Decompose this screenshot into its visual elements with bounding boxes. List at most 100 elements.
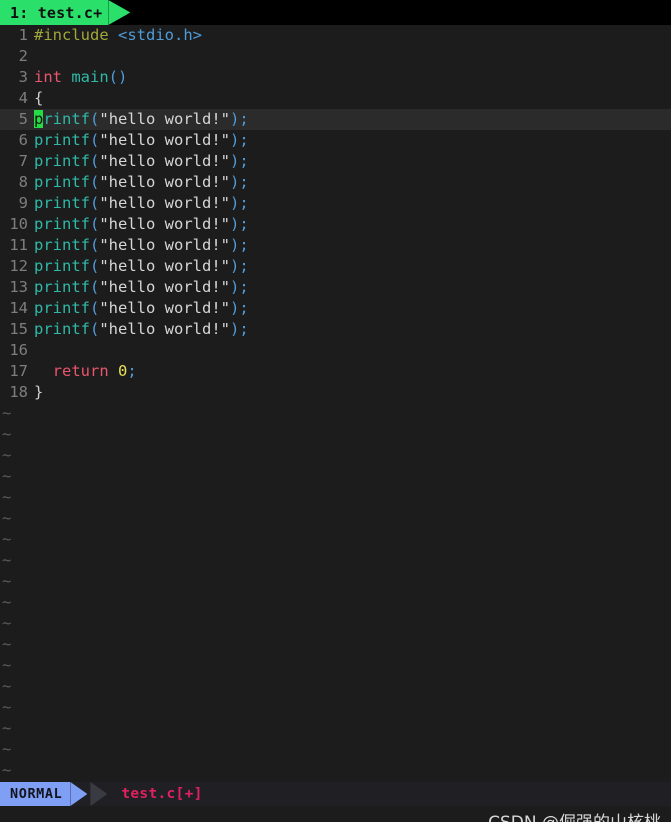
code-line[interactable]: 13 printf("hello world!"); <box>0 277 671 298</box>
code-text: printf("hello world!"); <box>34 299 249 317</box>
code-token: ) <box>230 257 240 275</box>
code-line[interactable]: 9 printf("hello world!"); <box>0 193 671 214</box>
code-text: #include <stdio.h> <box>34 26 202 44</box>
tilde-icon: ~ <box>2 698 12 716</box>
code-token: "hello world!" <box>99 152 230 170</box>
filler-line: ~ <box>0 466 671 487</box>
code-token: ) <box>230 110 240 128</box>
code-text: printf("hello world!"); <box>34 320 249 338</box>
code-token: 0 <box>118 362 128 380</box>
line-number: 8 <box>18 173 28 191</box>
tilde-icon: ~ <box>2 509 12 527</box>
code-line[interactable]: 15 printf("hello world!"); <box>0 319 671 340</box>
line-number: 10 <box>9 215 28 233</box>
code-token: printf <box>34 194 90 212</box>
code-token: ( <box>90 110 100 128</box>
tab-arrow-icon <box>108 0 131 25</box>
code-token: printf <box>34 278 90 296</box>
filler-line: ~ <box>0 718 671 739</box>
line-number: 14 <box>9 299 28 317</box>
code-token: int <box>34 68 62 86</box>
code-token: ; <box>127 362 137 380</box>
tilde-icon: ~ <box>2 677 12 695</box>
line-number: 4 <box>18 89 28 107</box>
filler-line: ~ <box>0 487 671 508</box>
watermark: CSDN @倔强的山核桃 <box>467 788 661 822</box>
code-line[interactable]: 4{ <box>0 88 671 109</box>
code-text: { <box>34 89 43 107</box>
tab-label: 1: test.c+ <box>10 3 103 22</box>
code-text: printf("hello world!"); <box>34 131 249 149</box>
code-token: "hello world!" <box>99 320 230 338</box>
code-line[interactable]: 5 printf("hello world!"); <box>0 109 671 130</box>
code-token: ( <box>90 257 100 275</box>
tab-test-c[interactable]: 1: test.c+ <box>0 0 109 25</box>
line-number: 11 <box>9 236 28 254</box>
mode-arrow-icon <box>70 782 88 806</box>
code-token: rintf <box>43 110 91 128</box>
block-cursor: p <box>34 110 44 128</box>
code-text: return 0; <box>34 362 137 380</box>
filler-line: ~ <box>0 697 671 718</box>
code-line[interactable]: 6 printf("hello world!"); <box>0 130 671 151</box>
code-line[interactable]: 8 printf("hello world!"); <box>0 172 671 193</box>
code-text: printf("hello world!"); <box>34 215 249 233</box>
line-number: 7 <box>18 152 28 170</box>
code-line[interactable]: 2 <box>0 46 671 67</box>
code-text: printf("hello world!"); <box>34 278 249 296</box>
code-token: return <box>52 362 109 380</box>
code-token: ) <box>230 299 240 317</box>
editor-buffer[interactable]: 1 #include <stdio.h> 2 3 int main() 4{5 printf… <box>0 25 671 782</box>
tilde-icon: ~ <box>2 404 12 422</box>
filler-line: ~ <box>0 550 671 571</box>
watermark-text: CSDN @倔强的山核桃 <box>488 813 661 822</box>
code-line[interactable]: 17 return 0; <box>0 361 671 382</box>
line-number: 17 <box>9 362 28 380</box>
code-token: ( <box>90 215 100 233</box>
tilde-icon: ~ <box>2 530 12 548</box>
code-token: ; <box>239 152 249 170</box>
code-token: ; <box>239 173 249 191</box>
code-text: printf("hello world!"); <box>34 257 249 275</box>
filler-line: ~ <box>0 655 671 676</box>
code-token: ) <box>230 278 240 296</box>
code-token: ( <box>90 236 100 254</box>
line-number: 12 <box>9 257 28 275</box>
code-line[interactable]: 16 <box>0 340 671 361</box>
code-token: printf <box>34 215 90 233</box>
code-line[interactable]: 12 printf("hello world!"); <box>0 256 671 277</box>
code-line[interactable]: 1 #include <stdio.h> <box>0 25 671 46</box>
code-line[interactable]: 7 printf("hello world!"); <box>0 151 671 172</box>
line-number: 15 <box>9 320 28 338</box>
code-token: ( <box>90 131 100 149</box>
code-token: printf <box>34 320 90 338</box>
code-line[interactable]: 11 printf("hello world!"); <box>0 235 671 256</box>
filler-line: ~ <box>0 508 671 529</box>
code-token: printf <box>34 299 90 317</box>
code-token: ( <box>90 299 100 317</box>
code-token: ( <box>90 173 100 191</box>
tilde-icon: ~ <box>2 488 12 506</box>
code-line[interactable]: 10 printf("hello world!"); <box>0 214 671 235</box>
code-token: printf <box>34 257 90 275</box>
code-line[interactable]: 3 int main() <box>0 67 671 88</box>
code-token: ) <box>230 320 240 338</box>
code-line[interactable]: 14 printf("hello world!"); <box>0 298 671 319</box>
code-token: "hello world!" <box>99 299 230 317</box>
code-token: ; <box>239 236 249 254</box>
code-line[interactable]: 18} <box>0 382 671 403</box>
filler-line: ~ <box>0 424 671 445</box>
code-token: ) <box>230 173 240 191</box>
code-token: ; <box>239 131 249 149</box>
line-number: 5 <box>18 110 28 128</box>
code-text: printf("hello world!"); <box>34 194 249 212</box>
code-token: "hello world!" <box>99 173 230 191</box>
code-token: <stdio.h> <box>118 26 202 44</box>
tilde-icon: ~ <box>2 593 12 611</box>
code-token: () <box>108 68 128 86</box>
tilde-icon: ~ <box>2 446 12 464</box>
